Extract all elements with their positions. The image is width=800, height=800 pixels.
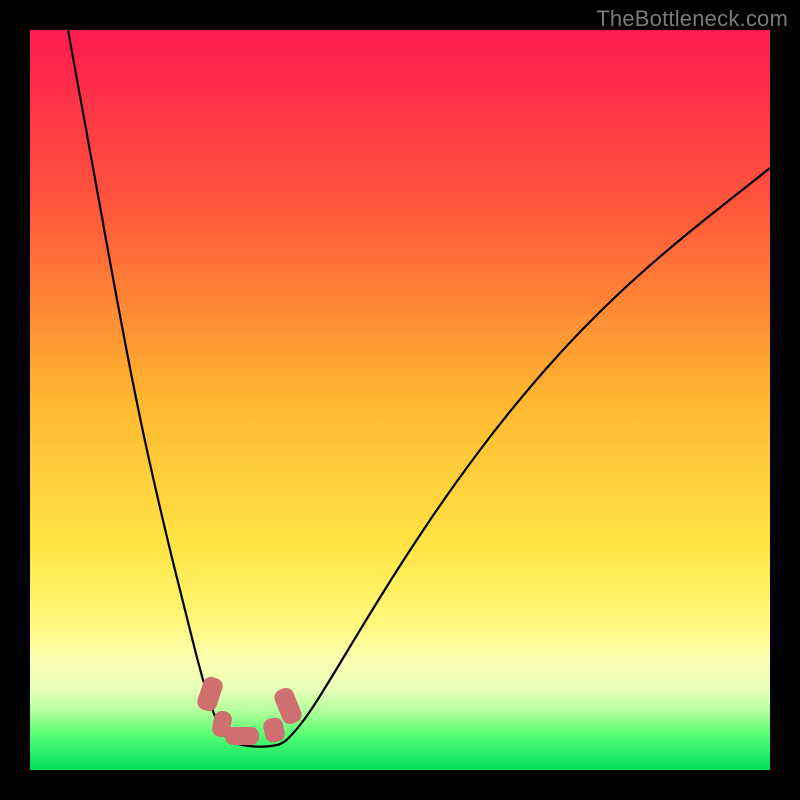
background-gradient (30, 30, 770, 770)
watermark-text: TheBottleneck.com (596, 6, 788, 32)
plot-area (30, 30, 770, 770)
chart-frame: TheBottleneck.com (0, 0, 800, 800)
valley-marker (225, 727, 259, 745)
